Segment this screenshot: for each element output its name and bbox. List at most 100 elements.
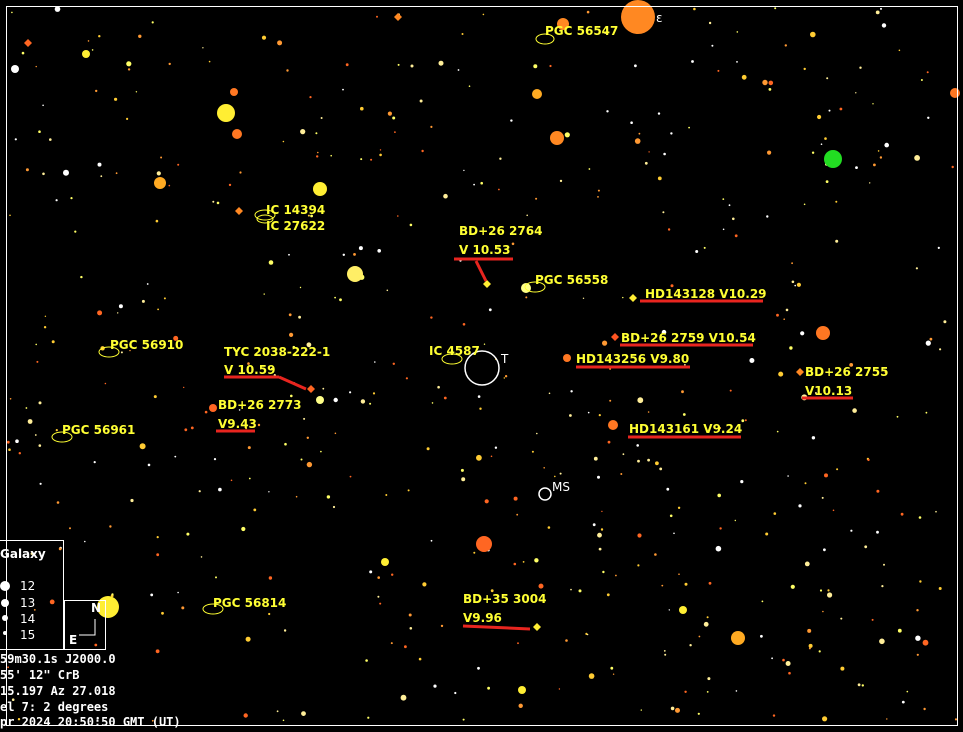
background-star [602,570,605,574]
background-star [717,69,720,72]
background-star [309,96,312,99]
background-star [462,718,465,721]
background-star [622,296,624,299]
label-ic-27622[interactable]: IC 27622 [266,219,325,233]
background-star [840,617,843,620]
background-star [722,228,725,231]
background-star [454,691,457,695]
background-star [174,455,177,458]
label-bd-26-2764[interactable]: BD+26 2764 [459,224,542,238]
label-bd-26-2764-mag[interactable]: V 10.53 [459,243,510,257]
label-ic-4587[interactable]: IC 4587 [429,344,480,358]
label-tyc-mag[interactable]: V 10.59 [224,363,275,377]
label-hd-143256[interactable]: HD143256 V9.80 [576,352,689,366]
background-star [438,60,444,66]
background-star [216,201,220,205]
background-star [666,487,670,491]
background-star [808,647,811,650]
background-star [790,584,795,589]
background-star [268,491,270,493]
background-star [789,346,793,350]
background-star [647,411,650,413]
label-bd-26-2773-mag[interactable]: V9.43 [218,417,257,431]
info-ra: 59m30.1s J2000.0 [0,652,116,666]
background-star [300,458,303,461]
background-star [766,215,769,218]
label-tyc-2038-222-1[interactable]: TYC 2038-222-1 [224,345,330,359]
background-star [774,7,777,10]
label-pgc-56961[interactable]: PGC 56961 [62,423,135,437]
background-star [668,609,670,611]
label-ic-14394[interactable]: IC 14394 [266,203,325,217]
background-star [670,706,675,711]
diamond-star [629,294,637,302]
label-bd-26-2773[interactable]: BD+26 2773 [218,398,301,412]
background-star [684,582,688,586]
background-star [875,10,880,15]
background-star [404,645,407,649]
background-star [473,551,476,554]
background-star [200,556,203,558]
background-star [114,97,118,101]
background-star [358,246,363,251]
background-star [353,253,356,256]
background-star [153,395,157,399]
label-bd-35-3004-mag[interactable]: V9.96 [463,611,502,625]
background-star [826,77,829,80]
background-star [372,392,376,395]
background-star [592,523,596,527]
label-ms[interactable]: MS [552,480,570,494]
label-bd-26-2755[interactable]: BD+26 2755 [805,365,888,379]
diamond-star [394,13,402,21]
background-star [247,446,251,450]
background-star [97,310,103,316]
background-star [320,117,323,119]
label-hd-143128[interactable]: HD143128 V10.29 [645,287,767,301]
background-star [706,616,709,619]
background-star [803,67,806,71]
label-pgc-56814[interactable]: PGC 56814 [213,596,286,610]
background-star [637,564,640,567]
background-star [636,444,639,447]
background-star [821,496,824,499]
background-star [283,629,287,632]
background-star [689,644,692,647]
background-star [377,576,381,579]
background-star [900,512,904,516]
label-bd-26-2759[interactable]: BD+26 2759 V10.54 [621,331,756,345]
legend-mag-14: 14 [20,612,36,626]
background-star [326,495,331,499]
info-level: el 7: 2 degrees [0,700,109,714]
background-star [332,505,336,509]
background-star [525,296,528,299]
background-star [783,318,785,321]
background-star [852,408,857,413]
background-star [675,707,680,713]
background-star [80,275,83,279]
label-bd-26-2755-mag[interactable]: V10.13 [805,384,852,398]
background-star [578,589,582,593]
label-pgc-56910[interactable]: PGC 56910 [110,338,183,352]
background-star [156,553,160,557]
background-star [390,642,393,645]
background-star [118,304,123,309]
background-star [597,475,600,479]
bright-star [230,88,238,96]
label-bd-35-3004[interactable]: BD+35 3004 [463,592,546,606]
label-hd-143161[interactable]: HD143161 V9.24 [629,422,742,436]
background-star [840,666,845,671]
bright-star [209,404,217,412]
background-star [394,131,396,134]
background-star [157,308,160,311]
label-epsilon[interactable]: ε [656,11,663,25]
background-star [548,392,551,395]
background-star [711,44,714,47]
legend-mag-12: 12 [20,579,36,593]
background-star [301,711,306,716]
label-pgc-56558[interactable]: PGC 56558 [535,273,608,287]
background-star [476,454,482,461]
label-pgc-56547[interactable]: PGC 56547 [545,24,618,38]
background-star [11,11,13,14]
background-star [570,390,573,393]
label-target[interactable]: T [501,352,508,366]
